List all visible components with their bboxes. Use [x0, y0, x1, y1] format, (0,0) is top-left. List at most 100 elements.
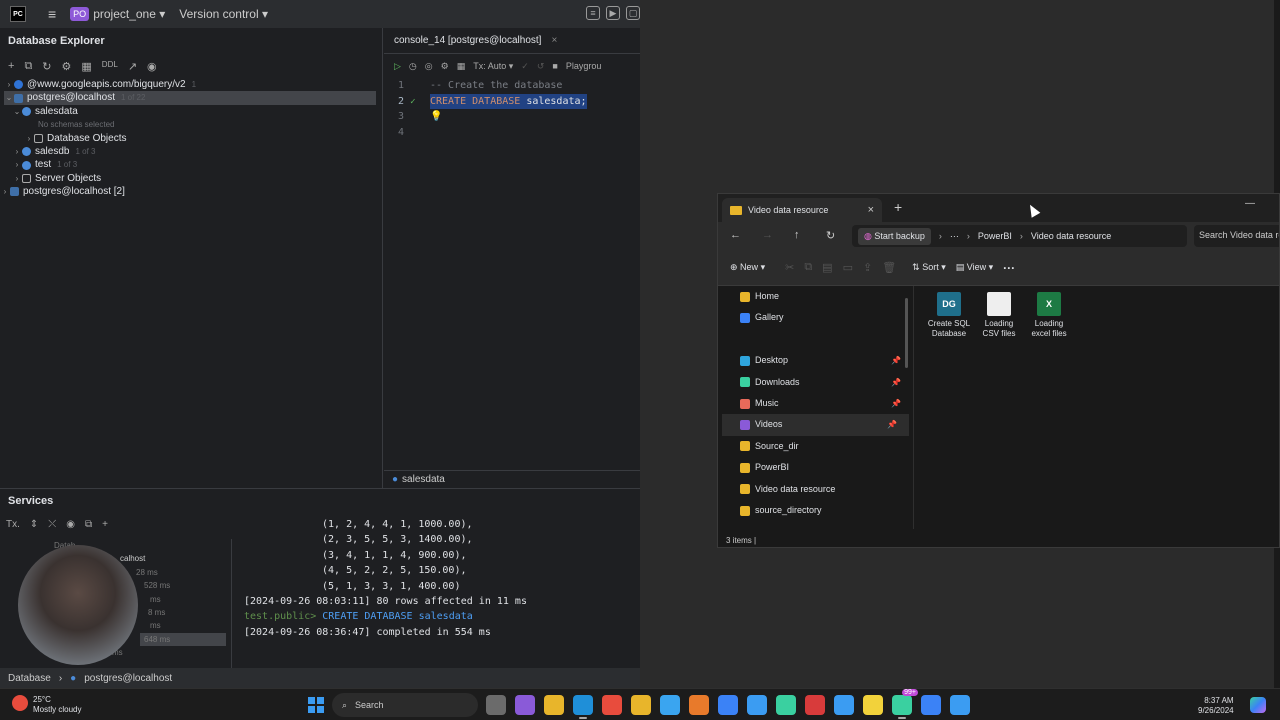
- up-arrow-icon[interactable]: ↑: [794, 229, 800, 241]
- paste-icon[interactable]: ▤: [822, 261, 832, 274]
- tree-item-bigquery[interactable]: › @www.googleapis.com/bigquery/v2 1: [0, 78, 383, 91]
- tree-item-postgres-localhost-2[interactable]: › postgres@localhost [2]: [0, 185, 383, 198]
- pin-icon[interactable]: 📌: [891, 393, 901, 414]
- file-item[interactable]: X Loading excel files: [1024, 292, 1074, 339]
- sidebar-item-music[interactable]: Music 📌: [718, 393, 913, 414]
- settings-icon[interactable]: ⚙: [441, 61, 449, 72]
- rollback-icon[interactable]: ↺: [537, 61, 545, 72]
- grid-icon[interactable]: ▦: [457, 61, 466, 72]
- taskbar-app-icon[interactable]: [950, 695, 970, 715]
- lightbulb-icon[interactable]: 💡: [430, 111, 442, 122]
- sidebar-item-source_directory[interactable]: source_directory: [718, 500, 913, 521]
- close-tab-icon[interactable]: ×: [868, 204, 874, 216]
- delete-icon[interactable]: 🗑: [882, 261, 896, 274]
- taskbar-app-icon[interactable]: [718, 695, 738, 715]
- add-icon[interactable]: +: [102, 519, 108, 530]
- add-icon[interactable]: +: [8, 60, 14, 73]
- new-button[interactable]: ⊕ New ▾: [730, 262, 765, 273]
- breadcrumb-more[interactable]: ···: [950, 231, 959, 241]
- file-item[interactable]: Loading CSV files: [974, 292, 1024, 339]
- share-icon[interactable]: ⇪: [863, 261, 872, 274]
- new-tab-icon[interactable]: +: [894, 199, 902, 215]
- forward-arrow-icon[interactable]: →: [762, 229, 773, 241]
- taskbar-search[interactable]: ⌕ Search: [332, 693, 478, 717]
- history-icon[interactable]: ◷: [409, 61, 417, 72]
- stop-icon[interactable]: ■: [552, 61, 557, 71]
- chevron-down-icon[interactable]: ⌄: [4, 91, 14, 104]
- taskbar-app-icon[interactable]: [921, 695, 941, 715]
- sort-button[interactable]: ⇅ Sort ▾: [912, 262, 946, 273]
- editor-tab[interactable]: console_14 [postgres@localhost] ×: [384, 28, 640, 54]
- sidebar-item-powerbi[interactable]: PowerBI: [718, 457, 913, 478]
- table-icon[interactable]: ▦: [81, 60, 91, 73]
- tree-item-test[interactable]: › test 1 of 3: [0, 158, 383, 171]
- sidebar-scrollbar[interactable]: [905, 298, 908, 368]
- tx-button[interactable]: Tx.: [6, 519, 20, 530]
- view-button[interactable]: ▤ View ▾: [956, 262, 993, 273]
- expand-icon[interactable]: ⇕: [30, 519, 38, 530]
- explorer-tab[interactable]: Video data resource ×: [722, 198, 882, 222]
- refresh-icon[interactable]: ↻: [42, 60, 51, 73]
- sidebar-item-gallery[interactable]: Gallery: [718, 307, 913, 328]
- tree-item-postgres-localhost[interactable]: ⌄ postgres@localhost 1 of 22: [4, 91, 376, 105]
- commit-icon[interactable]: ✓: [521, 61, 529, 72]
- sidebar-item-downloads[interactable]: Downloads 📌: [718, 372, 913, 393]
- execute-icon[interactable]: ▷: [394, 61, 401, 72]
- tree-item-server-objects[interactable]: › Server Objects: [0, 172, 383, 185]
- breadcrumb-start-backup[interactable]: ◍ Start backup: [858, 227, 931, 245]
- taskbar-app-icon[interactable]: [689, 695, 709, 715]
- eye-icon[interactable]: ◉: [147, 60, 157, 73]
- taskbar-app-icon[interactable]: [747, 695, 767, 715]
- explorer-title-bar[interactable]: Video data resource × + —: [718, 194, 1279, 222]
- taskbar-app-icon[interactable]: [573, 695, 593, 719]
- explain-icon[interactable]: ◎: [425, 61, 433, 72]
- sidebar-item-home[interactable]: Home: [718, 286, 913, 307]
- taskbar-app-icon[interactable]: [631, 695, 651, 715]
- chevron-right-icon[interactable]: ›: [12, 172, 22, 185]
- breadcrumb-current[interactable]: Video data resource: [1031, 231, 1111, 241]
- taskbar-app-icon[interactable]: [776, 695, 796, 715]
- rename-icon[interactable]: ▭: [843, 261, 853, 274]
- copy-icon[interactable]: ⧉: [24, 60, 32, 73]
- sidebar-item-desktop[interactable]: Desktop 📌: [718, 350, 913, 371]
- taskbar-app-icon[interactable]: [544, 695, 564, 715]
- chevron-right-icon[interactable]: ›: [4, 78, 14, 91]
- database-icon[interactable]: ≡: [586, 6, 600, 20]
- file-item[interactable]: DG Create SQL Database: [924, 292, 974, 339]
- system-clock[interactable]: 8:37 AM 9/26/2024: [1198, 696, 1234, 716]
- pin-icon[interactable]: 📌: [891, 350, 901, 371]
- jump-icon[interactable]: ↗: [128, 60, 137, 73]
- sidebar-item-videos[interactable]: Videos 📌: [722, 414, 909, 436]
- open-icon[interactable]: ⧉: [85, 519, 92, 530]
- pin-icon[interactable]: 📌: [891, 372, 901, 393]
- service-item-selected[interactable]: 648 ms: [140, 632, 226, 647]
- cut-icon[interactable]: ✂: [785, 261, 794, 274]
- chevron-right-icon[interactable]: ›: [12, 158, 22, 171]
- breadcrumb-powerbi[interactable]: PowerBI: [978, 231, 1012, 241]
- chevron-right-icon[interactable]: ›: [12, 145, 22, 158]
- eye-icon[interactable]: ◉: [66, 519, 75, 530]
- chevron-right-icon[interactable]: ›: [0, 185, 10, 198]
- taskbar-app-icon[interactable]: [515, 695, 535, 715]
- tx-mode-dropdown[interactable]: Tx: Auto ▾: [473, 61, 513, 72]
- ddl-button[interactable]: DDL: [102, 60, 118, 73]
- close-tab-icon[interactable]: ×: [551, 35, 557, 46]
- settings-icon[interactable]: ⚙: [62, 60, 72, 73]
- playground-dropdown[interactable]: Playgrou: [566, 61, 602, 71]
- code-area[interactable]: -- Create the database CREATE DATABASE s…: [430, 78, 587, 140]
- sidebar-item-source_dir[interactable]: Source_dir: [718, 436, 913, 457]
- taskbar-app-icon[interactable]: [805, 695, 825, 715]
- project-selector[interactable]: project_one ▾: [93, 7, 165, 21]
- status-breadcrumb-connection[interactable]: postgres@localhost: [84, 673, 172, 684]
- tree-item-database-objects[interactable]: › Database Objects: [0, 132, 383, 145]
- copy-icon[interactable]: ⧉: [804, 261, 812, 274]
- pin-icon[interactable]: 📌: [887, 414, 897, 435]
- run-icon[interactable]: ▶: [606, 6, 620, 20]
- address-bar[interactable]: ◍ Start backup › ··· › PowerBI › Video d…: [852, 225, 1187, 247]
- tree-item-salesdb[interactable]: › salesdb 1 of 3: [0, 145, 383, 158]
- taskbar-app-icon[interactable]: [486, 695, 506, 715]
- chevron-down-icon[interactable]: ⌄: [12, 105, 22, 118]
- folder-icon[interactable]: ▢: [626, 6, 640, 20]
- main-menu-icon[interactable]: ≡: [48, 6, 56, 22]
- windows-start-icon[interactable]: [308, 697, 324, 713]
